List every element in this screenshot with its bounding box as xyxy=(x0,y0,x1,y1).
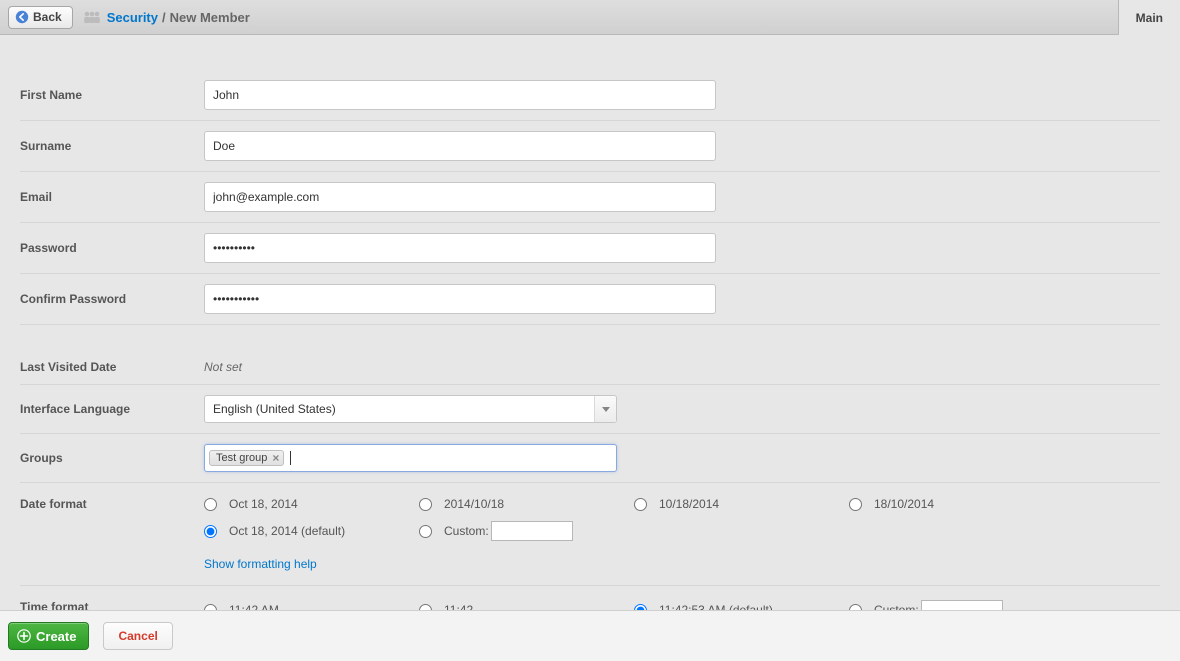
password-input[interactable] xyxy=(204,233,716,263)
row-groups: Groups Test group × xyxy=(20,434,1160,483)
label-surname: Surname xyxy=(20,139,204,153)
time-format-opt2[interactable]: 11:42 xyxy=(419,603,634,610)
date-format-opt2[interactable]: 2014/10/18 xyxy=(419,497,634,511)
label-confirm-password: Confirm Password xyxy=(20,292,204,306)
label-time-format: Time format xyxy=(20,600,204,610)
date-format-custom-input[interactable] xyxy=(491,521,573,541)
tab-main[interactable]: Main xyxy=(1118,0,1180,35)
date-format-opt-default[interactable]: Oct 18, 2014 (default) xyxy=(204,524,419,538)
label-interface-language: Interface Language xyxy=(20,402,204,416)
cancel-button-label: Cancel xyxy=(118,629,157,643)
label-groups: Groups xyxy=(20,451,204,465)
row-password: Password xyxy=(20,223,1160,274)
chevron-down-icon xyxy=(602,407,610,412)
confirm-password-input[interactable] xyxy=(204,284,716,314)
row-last-visited: Last Visited Date Not set xyxy=(20,350,1160,385)
time-format-opt-default[interactable]: 11:42:53 AM (default) xyxy=(634,603,849,610)
time-format-opt1[interactable]: 11:42 AM xyxy=(204,603,419,610)
form-container: First Name Surname Email Password Confir… xyxy=(0,35,1180,610)
breadcrumb: Security / New Member xyxy=(83,10,250,25)
label-email: Email xyxy=(20,190,204,204)
back-button[interactable]: Back xyxy=(8,6,73,29)
tab-main-label: Main xyxy=(1136,11,1163,25)
interface-language-select[interactable]: English (United States) xyxy=(204,395,617,423)
time-format-custom-input[interactable] xyxy=(921,600,1003,610)
label-first-name: First Name xyxy=(20,88,204,102)
label-last-visited: Last Visited Date xyxy=(20,360,204,374)
interface-language-value: English (United States) xyxy=(213,402,336,416)
group-tag: Test group × xyxy=(209,450,284,466)
time-format-opt-custom[interactable]: Custom: xyxy=(849,600,1064,610)
row-time-format: Time format 11:42 AM 11:42 11:42:53 AM (… xyxy=(20,586,1160,610)
label-password: Password xyxy=(20,241,204,255)
row-first-name: First Name xyxy=(20,70,1160,121)
row-email: Email xyxy=(20,172,1160,223)
date-format-opt3[interactable]: 10/18/2014 xyxy=(634,497,849,511)
create-button-label: Create xyxy=(36,629,76,644)
plus-circle-icon xyxy=(17,629,31,643)
label-date-format: Date format xyxy=(20,497,204,511)
back-button-label: Back xyxy=(33,10,62,24)
group-tag-label: Test group xyxy=(216,452,267,464)
row-date-format: Date format Oct 18, 2014 2014/10/18 10/1… xyxy=(20,483,1160,586)
top-bar: Back Security / New Member Main xyxy=(0,0,1180,35)
row-confirm-password: Confirm Password xyxy=(20,274,1160,325)
cancel-button[interactable]: Cancel xyxy=(103,622,172,650)
breadcrumb-separator: / xyxy=(162,10,166,25)
date-format-opt1[interactable]: Oct 18, 2014 xyxy=(204,497,419,511)
first-name-input[interactable] xyxy=(204,80,716,110)
row-interface-language: Interface Language English (United State… xyxy=(20,385,1160,434)
create-button[interactable]: Create xyxy=(8,622,89,650)
remove-tag-icon[interactable]: × xyxy=(272,452,279,464)
date-format-opt4[interactable]: 18/10/2014 xyxy=(849,497,1064,511)
select-arrow-button[interactable] xyxy=(594,396,616,422)
action-bar: Create Cancel xyxy=(0,610,1180,661)
groups-tag-input[interactable]: Test group × xyxy=(204,444,617,472)
row-surname: Surname xyxy=(20,121,1160,172)
text-cursor xyxy=(290,451,291,465)
date-format-help-link[interactable]: Show formatting help xyxy=(204,557,1160,571)
email-input[interactable] xyxy=(204,182,716,212)
breadcrumb-current: New Member xyxy=(170,10,250,25)
back-arrow-icon xyxy=(15,10,29,24)
surname-input[interactable] xyxy=(204,131,716,161)
last-visited-value: Not set xyxy=(204,360,242,374)
date-format-opt-custom[interactable]: Custom: xyxy=(419,521,634,541)
breadcrumb-section-link[interactable]: Security xyxy=(107,10,158,25)
people-icon xyxy=(83,10,101,24)
